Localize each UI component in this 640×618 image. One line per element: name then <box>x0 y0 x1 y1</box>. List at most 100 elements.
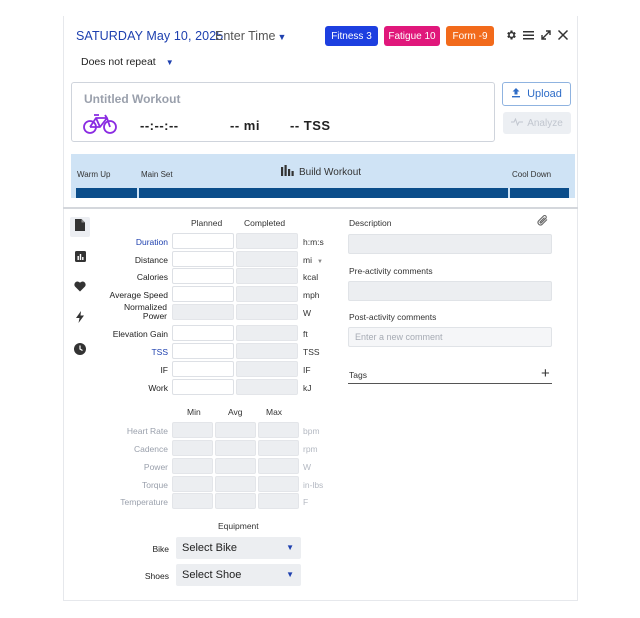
power-min-input[interactable] <box>172 458 213 474</box>
if-unit: IF <box>303 365 311 375</box>
hr-unit: bpm <box>303 426 320 436</box>
tab-summary[interactable] <box>70 217 90 237</box>
build-chart-icon <box>281 165 294 179</box>
analyze-icon <box>511 117 524 129</box>
analyze-label: Analyze <box>527 117 563 129</box>
temp-avg-input[interactable] <box>215 493 256 509</box>
planned-speed-input[interactable] <box>172 286 234 302</box>
shoes-label: Shoes <box>144 571 169 581</box>
planned-distance-input[interactable] <box>172 251 234 267</box>
gear-icon[interactable] <box>505 27 517 45</box>
main-set-segment <box>139 188 508 198</box>
distance-unit-dropdown[interactable]: mi ▼ <box>303 255 323 265</box>
temp-min-input[interactable] <box>172 493 213 509</box>
fitness-badge: Fitness 3 <box>325 26 378 46</box>
planned-tss-input[interactable] <box>172 343 234 359</box>
expand-icon[interactable] <box>540 27 552 45</box>
caret-down-icon: ▼ <box>316 259 323 265</box>
calories-label: Calories <box>136 272 168 282</box>
planned-header: Planned <box>191 218 223 228</box>
max-header: Max <box>266 407 283 417</box>
repeat-dropdown[interactable]: Does not repeat ▼ <box>81 56 174 68</box>
workout-tss: -- TSS <box>290 118 331 133</box>
workout-date[interactable]: SATURDAY May 10, 2025 <box>76 29 223 43</box>
duration-unit: h:m:s <box>303 237 324 247</box>
plus-icon[interactable]: + <box>541 366 550 381</box>
pre-activity-label: Pre-activity comments <box>349 266 433 276</box>
planned-calories-input[interactable] <box>172 268 234 284</box>
bike-select[interactable]: Select Bike ▼ <box>176 537 301 559</box>
pre-activity-input[interactable] <box>348 281 552 301</box>
completed-tss-input[interactable] <box>236 343 298 359</box>
form-badge: Form -9 <box>446 26 494 46</box>
work-label: Work <box>148 383 168 393</box>
speed-unit: mph <box>303 290 320 300</box>
cool-down-segment <box>510 188 569 198</box>
planned-work-input[interactable] <box>172 379 234 395</box>
min-header: Min <box>187 407 201 417</box>
workout-duration: --:--:-- <box>140 118 179 133</box>
workout-title[interactable]: Untitled Workout <box>84 92 180 106</box>
build-workout-button[interactable]: Build Workout <box>281 165 361 179</box>
cadence-min-input[interactable] <box>172 440 213 456</box>
hr-min-input[interactable] <box>172 422 213 438</box>
menu-icon[interactable] <box>523 27 534 45</box>
workout-summary-card: Untitled Workout --:--:-- -- mi -- TSS <box>71 82 495 142</box>
time-picker[interactable]: Enter Time ▼ <box>215 29 286 43</box>
if-label: IF <box>160 365 168 375</box>
caret-down-icon: ▼ <box>286 570 294 579</box>
duration-label: Duration <box>135 237 168 247</box>
completed-if-input[interactable] <box>236 361 298 377</box>
completed-calories-input[interactable] <box>236 268 298 284</box>
avg-header: Avg <box>228 407 243 417</box>
upload-button[interactable]: Upload <box>502 82 571 106</box>
planned-if-input[interactable] <box>172 361 234 377</box>
analyze-button[interactable]: Analyze <box>503 112 571 134</box>
torque-min-input[interactable] <box>172 476 213 492</box>
time-placeholder: Enter Time <box>215 29 276 43</box>
cadence-avg-input[interactable] <box>215 440 256 456</box>
torque-unit: in-lbs <box>303 480 324 490</box>
caret-down-icon: ▼ <box>165 58 174 67</box>
completed-work-input[interactable] <box>236 379 298 395</box>
completed-header: Completed <box>244 218 286 228</box>
planned-duration-input[interactable] <box>172 233 234 249</box>
close-icon[interactable] <box>557 27 569 45</box>
build-workout-label: Build Workout <box>299 166 362 178</box>
completed-distance-input[interactable] <box>236 251 298 267</box>
completed-speed-input[interactable] <box>236 286 298 302</box>
warm-up-label: Warm Up <box>77 170 111 179</box>
bike-select-value: Select Bike <box>182 542 238 554</box>
caret-down-icon: ▼ <box>277 32 287 42</box>
torque-avg-input[interactable] <box>215 476 256 492</box>
description-input[interactable] <box>348 234 552 254</box>
torque-label: Torque <box>142 480 168 490</box>
temperature-label: Temperature <box>120 497 168 507</box>
power-unit: W <box>303 462 312 472</box>
cadence-label: Cadence <box>133 444 168 454</box>
temp-max-input[interactable] <box>258 493 299 509</box>
comment-input[interactable]: Enter a new comment <box>348 327 552 347</box>
completed-duration-input[interactable] <box>236 233 298 249</box>
paperclip-icon[interactable] <box>537 214 549 232</box>
torque-max-input[interactable] <box>258 476 299 492</box>
elevation-gain-label: Elevation Gain <box>112 329 168 339</box>
power-max-input[interactable] <box>258 458 299 474</box>
planned-elevation-input[interactable] <box>172 325 234 341</box>
hr-max-input[interactable] <box>258 422 299 438</box>
heart-rate-label: Heart Rate <box>126 426 168 436</box>
completed-np-input[interactable] <box>236 304 298 320</box>
shoe-select-value: Select Shoe <box>182 569 242 581</box>
shoe-select[interactable]: Select Shoe ▼ <box>176 564 301 586</box>
tags-underline <box>348 383 552 384</box>
repeat-value: Does not repeat <box>81 56 156 68</box>
workout-builder-strip[interactable]: Warm Up Main Set Build Workout Cool Down <box>71 154 575 198</box>
hr-avg-input[interactable] <box>215 422 256 438</box>
completed-elevation-input[interactable] <box>236 325 298 341</box>
cadence-max-input[interactable] <box>258 440 299 456</box>
power-avg-input[interactable] <box>215 458 256 474</box>
caret-down-icon: ▼ <box>286 543 294 552</box>
description-label: Description <box>349 218 392 228</box>
equipment-header: Equipment <box>218 521 259 531</box>
cadence-unit: rpm <box>303 444 318 454</box>
